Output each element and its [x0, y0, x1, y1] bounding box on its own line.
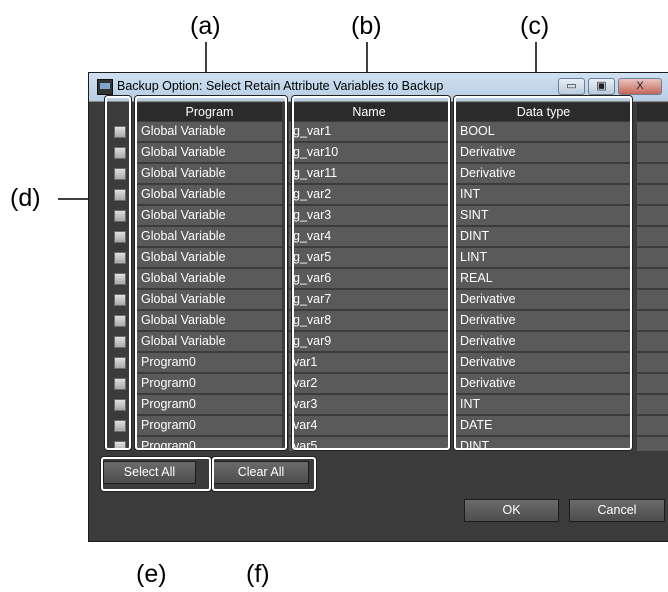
extra-cell	[637, 185, 668, 204]
callout-d: (d)	[10, 184, 41, 212]
extra-cell	[637, 227, 668, 246]
callout-e: (e)	[136, 560, 167, 588]
extra-cell	[637, 332, 668, 351]
select-all-outline	[101, 457, 211, 491]
extra-cell	[637, 353, 668, 372]
extra-cell	[637, 248, 668, 267]
maximize-button[interactable]: ▣	[588, 78, 615, 95]
extra-cell	[637, 290, 668, 309]
extra-cell	[637, 269, 668, 288]
ok-button[interactable]: OK	[464, 499, 559, 522]
extra-cell	[637, 311, 668, 330]
extra-cell	[637, 395, 668, 414]
callout-f: (f)	[246, 560, 270, 588]
close-icon: X	[636, 80, 644, 92]
minimize-icon: ▭	[566, 80, 577, 92]
name-column-outline	[292, 96, 450, 450]
callout-c: (c)	[520, 12, 550, 40]
extra-cell	[637, 374, 668, 393]
cancel-button[interactable]: Cancel	[569, 499, 665, 522]
callout-a: (a)	[190, 12, 221, 40]
extra-cell	[637, 206, 668, 225]
extra-cell	[637, 143, 668, 162]
extra-cell	[637, 437, 668, 451]
window-title: Backup Option: Select Retain Attribute V…	[117, 79, 444, 93]
callout-b: (b)	[351, 12, 382, 40]
program-column-outline	[135, 96, 287, 450]
data-type-column-outline	[454, 96, 632, 450]
extra-cell	[637, 416, 668, 435]
app-icon	[97, 79, 113, 95]
column-header-extra	[637, 103, 668, 121]
close-button[interactable]: X	[618, 78, 662, 95]
maximize-icon: ▣	[596, 80, 607, 92]
minimize-button[interactable]: ▭	[558, 78, 585, 95]
extra-cell	[637, 122, 668, 141]
extra-cell	[637, 164, 668, 183]
clear-all-outline	[212, 457, 316, 491]
checkbox-column-outline	[105, 96, 131, 450]
